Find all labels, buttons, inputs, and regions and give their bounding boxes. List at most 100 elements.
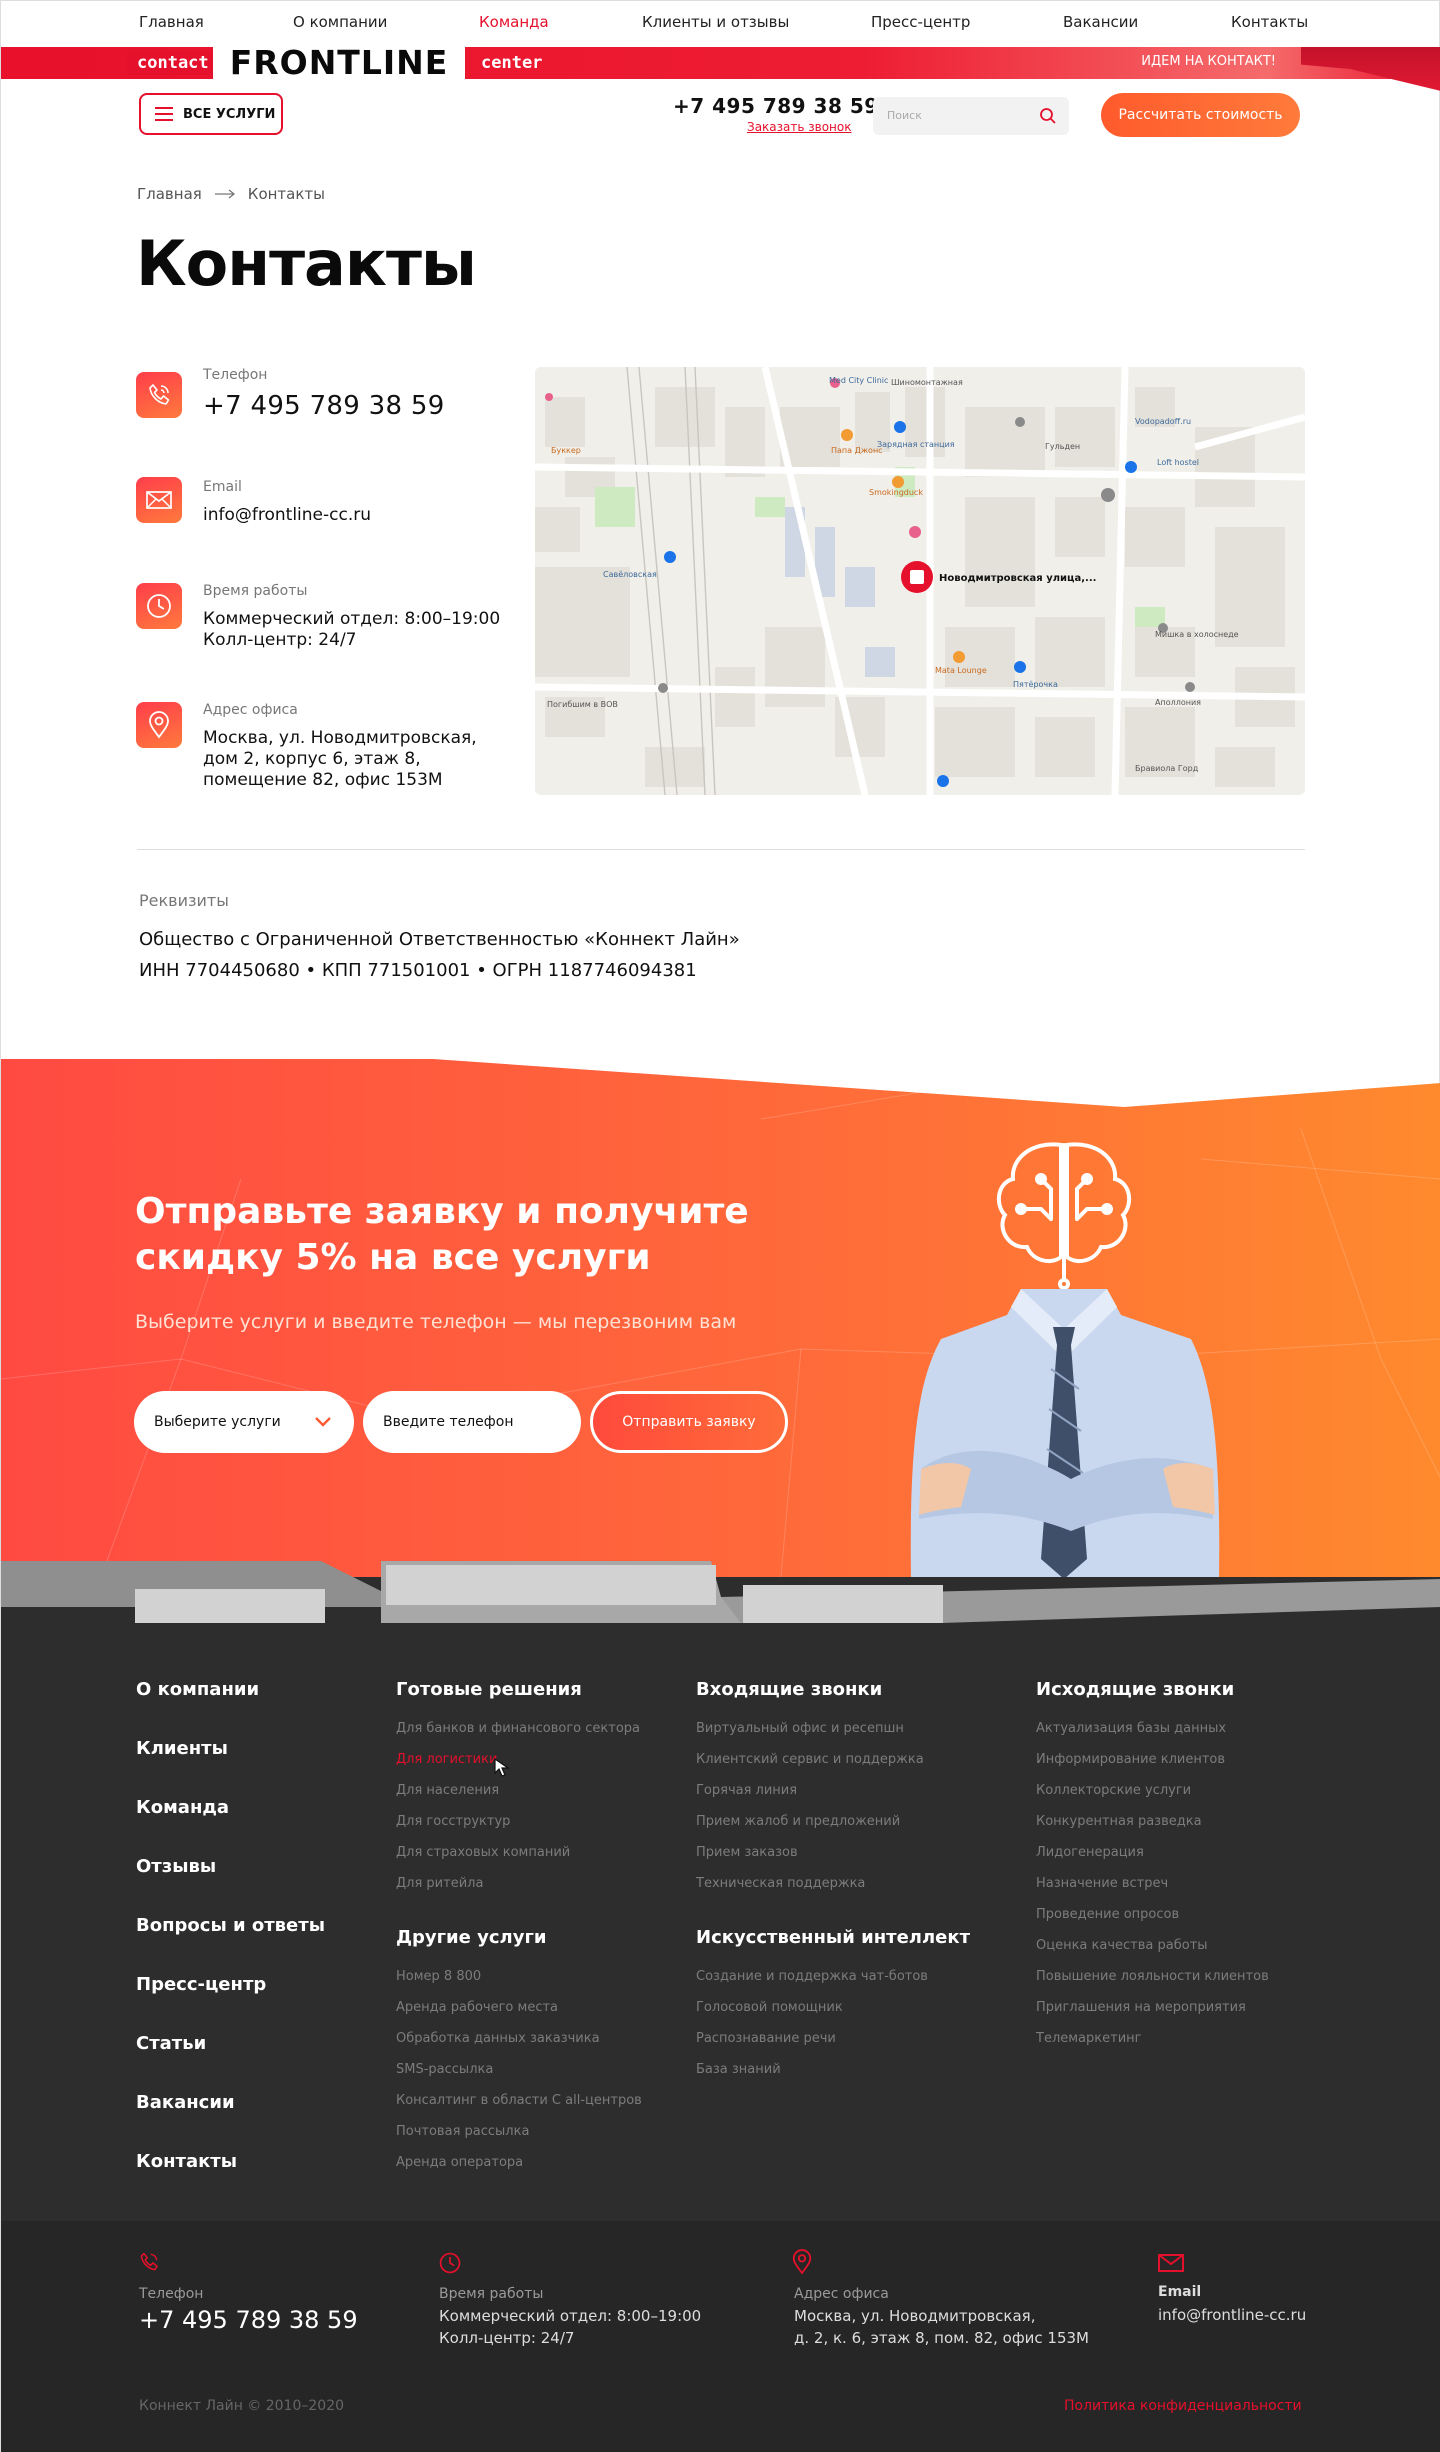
footer-link-faq[interactable]: Вопросы и ответы <box>136 1915 325 1936</box>
footer-link-orders[interactable]: Прием заказов <box>696 1845 798 1860</box>
phone-label: Телефон <box>203 367 268 383</box>
footer-link-chatbots[interactable]: Создание и поддержка чат-ботов <box>696 1969 928 1984</box>
all-services-button[interactable]: ВСЕ УСЛУГИ <box>139 93 283 135</box>
footer-link-collection[interactable]: Коллекторские услуги <box>1036 1783 1191 1798</box>
map-label-vodopad: Vodopadoff.ru <box>1135 417 1191 426</box>
nav-item-jobs[interactable]: Вакансии <box>1063 13 1138 31</box>
footer-link-knowledge[interactable]: База знаний <box>696 2062 781 2077</box>
breadcrumb-home[interactable]: Главная <box>137 185 202 203</box>
callback-link[interactable]: Заказать звонок <box>747 120 852 134</box>
footer-link-tech-support[interactable]: Техническая поддержка <box>696 1876 865 1891</box>
cursor-icon <box>494 1757 510 1777</box>
footer-link-loyalty[interactable]: Повышение лояльности клиентов <box>1036 1969 1269 1984</box>
footer-link-informing[interactable]: Информирование клиентов <box>1036 1752 1225 1767</box>
footer-link-clients[interactable]: Клиенты <box>136 1738 228 1759</box>
footer-link-hotline[interactable]: Горячая линия <box>696 1783 797 1798</box>
footer-hours-callcenter: Колл-центр: 24/7 <box>439 2329 575 2347</box>
nav-item-team[interactable]: Команда <box>479 13 549 31</box>
footer-link-population[interactable]: Для населения <box>396 1783 499 1798</box>
nav-item-press[interactable]: Пресс-центр <box>871 13 970 31</box>
footer-email[interactable]: info@frontline-cc.ru <box>1158 2305 1306 2326</box>
services-select[interactable]: Выберите услуги <box>134 1391 354 1453</box>
search-placeholder: Поиск <box>887 109 922 122</box>
phone-icon <box>136 372 182 418</box>
footer-link-gov[interactable]: Для госструктур <box>396 1814 510 1829</box>
email-label: Email <box>203 479 242 495</box>
map-label-loft: Loft hostel <box>1157 458 1199 467</box>
contact-email[interactable]: info@frontline-cc.ru <box>203 505 371 526</box>
brand-bar-corner <box>1301 47 1440 91</box>
footer-link-invitations[interactable]: Приглашения на мероприятия <box>1036 2000 1246 2015</box>
brand-slogan: ИДЕМ НА КОНТАКТ! <box>1141 54 1276 69</box>
send-request-button[interactable]: Отправить заявку <box>590 1391 788 1453</box>
page-title: Контакты <box>136 227 477 300</box>
arrow-right-icon <box>214 189 235 199</box>
footer-address-label: Адрес офиса <box>794 2286 889 2302</box>
phone-input-placeholder: Введите телефон <box>383 1414 514 1430</box>
footer-link-telemarketing[interactable]: Телемаркетинг <box>1036 2031 1141 2046</box>
footer-email-icon <box>1158 2254 1184 2272</box>
footer-link-contacts[interactable]: Контакты <box>136 2151 237 2172</box>
nav-item-home[interactable]: Главная <box>139 13 204 31</box>
footer-link-client-service[interactable]: Клиентский сервис и поддержка <box>696 1752 924 1767</box>
footer-link-meetings[interactable]: Назначение встреч <box>1036 1876 1168 1891</box>
requisites-company: Общество с Ограниченной Ответственностью… <box>139 929 740 950</box>
divider <box>137 849 1305 850</box>
footer-link-sms[interactable]: SMS-рассылка <box>396 2062 493 2077</box>
footer-link-banks[interactable]: Для банков и финансового сектора <box>396 1721 640 1736</box>
map-label-memorial: Погибшим в ВОВ <box>547 700 618 709</box>
nav-item-clients[interactable]: Клиенты и отзывы <box>642 13 789 31</box>
hours-callcenter: Колл-центр: 24/7 <box>203 630 357 650</box>
phone-input[interactable]: Введите телефон <box>363 1391 581 1453</box>
all-services-label: ВСЕ УСЛУГИ <box>183 106 276 122</box>
map-label-charger: Зарядная станция <box>877 440 955 449</box>
calculate-cost-button[interactable]: Рассчитать стоимость <box>1101 93 1300 137</box>
privacy-policy-link[interactable]: Политика конфиденциальности <box>1064 2398 1302 2414</box>
footer-link-retail[interactable]: Для ритейла <box>396 1876 483 1891</box>
map-label-gulden: Гульден <box>1045 442 1080 451</box>
footer-bottom <box>1 2221 1440 2452</box>
search-input[interactable]: Поиск <box>873 97 1069 135</box>
logo[interactable]: FRONTLINE <box>213 46 465 79</box>
search-icon[interactable] <box>1039 107 1057 125</box>
footer-link-intelligence[interactable]: Конкурентная разведка <box>1036 1814 1202 1829</box>
menu-icon <box>155 107 173 121</box>
footer-link-press[interactable]: Пресс-центр <box>136 1974 266 1995</box>
footer-link-mail[interactable]: Почтовая рассылка <box>396 2124 529 2139</box>
footer-heading-other: Другие услуги <box>396 1927 547 1948</box>
map-label-mishka: Мишка в холоснеде <box>1155 630 1239 639</box>
footer-link-jobs[interactable]: Вакансии <box>136 2092 235 2113</box>
office-map[interactable]: Med City Clinic Зарядная станция Vodopad… <box>535 367 1305 795</box>
footer-link-db-update[interactable]: Актуализация базы данных <box>1036 1721 1226 1736</box>
footer-heading-ai: Искусственный интеллект <box>696 1927 970 1948</box>
footer-email-label: Email <box>1158 2284 1202 2300</box>
header-phone[interactable]: +7 495 789 38 59 <box>673 94 879 118</box>
footer-link-data[interactable]: Обработка данных заказчика <box>396 2031 600 2046</box>
footer-link-workplace[interactable]: Аренда рабочего места <box>396 2000 558 2015</box>
footer-clock-icon <box>439 2252 461 2274</box>
footer-link-about[interactable]: О компании <box>136 1679 259 1700</box>
footer-link-surveys[interactable]: Проведение опросов <box>1036 1907 1179 1922</box>
footer-link-8800[interactable]: Номер 8 800 <box>396 1969 481 1984</box>
footer-link-virtual-office[interactable]: Виртуальный офис и ресепшн <box>696 1721 904 1736</box>
footer-link-complaints[interactable]: Прием жалоб и предложений <box>696 1814 900 1829</box>
footer-link-team[interactable]: Команда <box>136 1797 229 1818</box>
footer-link-articles[interactable]: Статьи <box>136 2033 206 2054</box>
footer-link-consulting[interactable]: Консалтинг в области С all-центров <box>396 2093 642 2108</box>
footer-heading-outgoing: Исходящие звонки <box>1036 1679 1235 1700</box>
footer-link-leadgen[interactable]: Лидогенерация <box>1036 1845 1144 1860</box>
footer-link-reviews[interactable]: Отзывы <box>136 1856 216 1877</box>
footer-phone[interactable]: +7 495 789 38 59 <box>139 2306 358 2334</box>
footer-link-speech[interactable]: Распознавание речи <box>696 2031 836 2046</box>
footer-link-insurance[interactable]: Для страховых компаний <box>396 1845 570 1860</box>
footer-link-voice-assistant[interactable]: Голосовой помощник <box>696 2000 843 2015</box>
nav-item-contacts[interactable]: Контакты <box>1231 13 1308 31</box>
address-label: Адрес офиса <box>203 702 298 718</box>
contact-phone[interactable]: +7 495 789 38 59 <box>203 391 445 421</box>
footer-link-quality[interactable]: Оценка качества работы <box>1036 1938 1208 1953</box>
map-canvas[interactable]: Med City Clinic Зарядная станция Vodopad… <box>535 367 1305 795</box>
footer-link-operator[interactable]: Аренда оператора <box>396 2155 523 2170</box>
footer-link-logistics[interactable]: Для логистики <box>396 1752 497 1767</box>
nav-item-about[interactable]: О компании <box>293 13 387 31</box>
map-pin-label: Новодмитровская улица,... <box>939 573 1096 584</box>
